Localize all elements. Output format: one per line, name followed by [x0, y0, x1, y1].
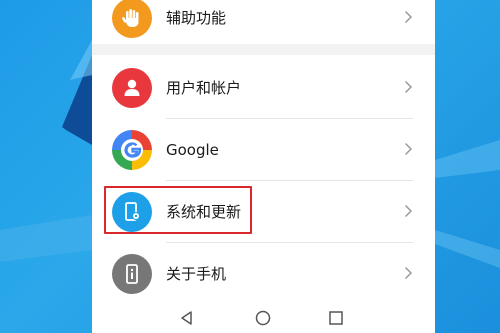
- settings-item-accessibility[interactable]: 辅助功能: [92, 0, 435, 49]
- hand-icon: [112, 0, 152, 38]
- home-button[interactable]: [254, 309, 272, 327]
- info-phone-icon: [112, 254, 152, 294]
- settings-item-label: 系统和更新: [166, 203, 242, 221]
- settings-group-top: 辅助功能: [92, 0, 435, 44]
- chevron-right-icon: [404, 266, 413, 280]
- settings-screen: 辅助功能 用户和帐户 Google 系统和更新 关于手机: [92, 0, 435, 333]
- settings-item-label: 用户和帐户: [166, 79, 242, 97]
- back-button[interactable]: [178, 309, 196, 327]
- settings-item-about-phone[interactable]: 关于手机: [92, 243, 435, 305]
- settings-item-google[interactable]: Google: [92, 119, 435, 181]
- settings-item-label: Google: [166, 141, 219, 159]
- user-icon: [112, 68, 152, 108]
- recents-button[interactable]: [327, 309, 345, 327]
- chevron-right-icon: [404, 10, 413, 24]
- settings-item-system-update[interactable]: 系统和更新: [92, 181, 435, 243]
- navigation-bar: [92, 300, 435, 333]
- chevron-right-icon: [404, 80, 413, 94]
- settings-item-label: 关于手机: [166, 265, 227, 283]
- settings-item-users-accounts[interactable]: 用户和帐户: [92, 57, 435, 119]
- chevron-right-icon: [404, 204, 413, 218]
- google-icon: [112, 130, 152, 170]
- wallpaper-window-logo: [0, 40, 92, 262]
- wallpaper-right: [435, 0, 500, 333]
- wallpaper-left: [0, 0, 92, 333]
- phone-gear-icon: [112, 192, 152, 232]
- settings-item-label: 辅助功能: [166, 9, 227, 27]
- wallpaper-light-rays: [435, 140, 500, 268]
- settings-group-main: 用户和帐户 Google 系统和更新 关于手机: [92, 55, 435, 300]
- chevron-right-icon: [404, 142, 413, 156]
